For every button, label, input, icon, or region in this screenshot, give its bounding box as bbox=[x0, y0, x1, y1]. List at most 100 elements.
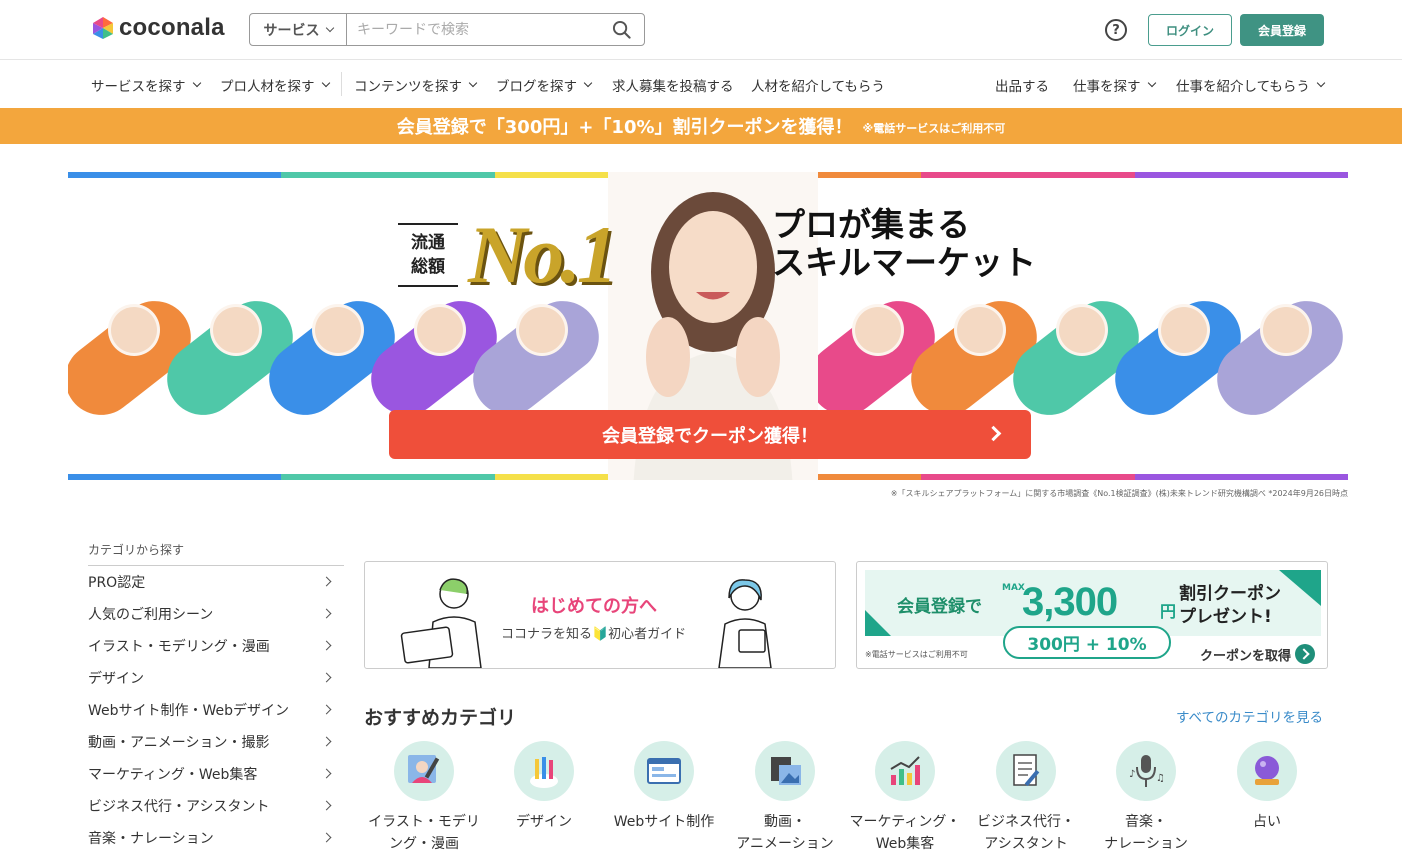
coupon-banner[interactable]: 会員登録で MAX 3,300 円 割引クーポン プレゼント! 300円 + 1… bbox=[856, 561, 1328, 669]
stripe-segment bbox=[921, 474, 1135, 480]
stripe-segment bbox=[68, 172, 282, 178]
sidebar-item-business[interactable]: ビジネス代行・アシスタント bbox=[88, 790, 344, 822]
category-card-business[interactable]: ビジネス代行・ アシスタント bbox=[966, 741, 1086, 855]
nav-get-work-introduced[interactable]: 仕事を紹介してもらう bbox=[1176, 75, 1326, 95]
sidebar-item-label: イラスト・モデリング・漫画 bbox=[88, 639, 270, 655]
search-input[interactable] bbox=[347, 14, 598, 45]
nav-post-job[interactable]: 求人募集を投稿する bbox=[612, 75, 734, 95]
category-label: マーケティング・ Web集客 bbox=[849, 814, 961, 852]
person-photo bbox=[1056, 304, 1108, 356]
sidebar-item-label: 音楽・ナレーション bbox=[88, 831, 214, 847]
sidebar-item-label: Webサイト制作・Webデザイン bbox=[88, 703, 290, 719]
logo-mark-icon bbox=[93, 17, 113, 39]
nav-divider bbox=[341, 72, 342, 96]
website-icon bbox=[634, 741, 694, 801]
nav-label: 仕事を探す bbox=[1073, 79, 1141, 95]
nav-find-blogs[interactable]: ブログを探す bbox=[496, 75, 593, 95]
business-icon bbox=[996, 741, 1056, 801]
see-all-categories-link[interactable]: すべてのカテゴリを見る bbox=[1176, 706, 1323, 726]
chevron-down-icon bbox=[321, 78, 330, 88]
coupon-max: MAX bbox=[1002, 584, 1025, 593]
hero-banner[interactable]: 流通 総額 No.1 プロが集まる スキルマーケット 会員登録でクーポン獲得！ bbox=[68, 172, 1348, 480]
chevron-down-icon bbox=[468, 78, 478, 88]
beginner-guide-title: はじめての方へ bbox=[531, 596, 657, 617]
sidebar-item-label: 人気のご利用シーン bbox=[88, 607, 214, 623]
woman-with-tablet-illustration bbox=[718, 579, 772, 668]
category-card-website[interactable]: Webサイト制作 bbox=[604, 741, 724, 833]
search-category-label: サービス bbox=[263, 22, 320, 39]
category-label: 音楽・ ナレーション bbox=[1104, 814, 1188, 852]
design-icon bbox=[514, 741, 574, 801]
person-photo bbox=[210, 304, 262, 356]
sidebar-item-illustration[interactable]: イラスト・モデリング・漫画 bbox=[88, 630, 344, 662]
sidebar-item-label: デザイン bbox=[88, 671, 144, 687]
global-nav: サービスを探す プロ人材を探す コンテンツを探す ブログを探す 求人募集を投稿す… bbox=[0, 61, 1402, 108]
category-card-design[interactable]: デザイン bbox=[484, 741, 604, 833]
sidebar-item-pro[interactable]: PRO認定 bbox=[88, 566, 344, 598]
coconala-logo[interactable]: coconala bbox=[91, 14, 225, 42]
sidebar-item-popular-scenes[interactable]: 人気のご利用シーン bbox=[88, 598, 344, 630]
nav-find-pros[interactable]: プロ人材を探す bbox=[220, 75, 330, 95]
category-card-music[interactable]: ♪ ♫ 音楽・ ナレーション bbox=[1086, 741, 1206, 855]
promo-banner[interactable]: 会員登録で「300円」+「10%」割引クーポンを獲得！ ※電話サービスはご利用不… bbox=[0, 108, 1402, 144]
nav-sell[interactable]: 出品する bbox=[995, 75, 1049, 95]
category-label: ビジネス代行・ アシスタント bbox=[977, 814, 1075, 852]
nav-find-services[interactable]: サービスを探す bbox=[91, 75, 201, 95]
search-button[interactable] bbox=[598, 14, 644, 45]
stripe-segment bbox=[1134, 474, 1348, 480]
promo-text: 会員登録で「300円」+「10%」割引クーポンを獲得！ bbox=[396, 117, 853, 138]
category-label: 占い bbox=[1253, 814, 1281, 830]
video-icon bbox=[755, 741, 815, 801]
sidebar-heading: カテゴリから探す bbox=[88, 541, 344, 566]
search-bar: サービス bbox=[249, 13, 645, 46]
music-icon: ♪ ♫ bbox=[1116, 741, 1176, 801]
sidebar-item-website[interactable]: Webサイト制作・Webデザイン bbox=[88, 694, 344, 726]
category-sidebar: カテゴリから探す PRO認定 人気のご利用シーン イラスト・モデリング・漫画 デ… bbox=[88, 541, 344, 854]
marketing-icon bbox=[875, 741, 935, 801]
nav-introduce-talent[interactable]: 人材を紹介してもらう bbox=[751, 75, 885, 95]
svg-text:♫: ♫ bbox=[1156, 773, 1165, 784]
chevron-right-icon bbox=[321, 800, 332, 811]
nav-find-contents[interactable]: コンテンツを探す bbox=[354, 75, 478, 95]
get-coupon-link[interactable]: クーポンを取得 bbox=[1200, 644, 1316, 664]
help-icon[interactable]: ? bbox=[1105, 19, 1127, 41]
person-photo bbox=[1260, 304, 1312, 356]
nav-find-work[interactable]: 仕事を探す bbox=[1073, 75, 1156, 95]
category-card-illustration[interactable]: イラスト・モデリ ング・漫画 bbox=[364, 741, 484, 855]
nav-label: 仕事を紹介してもらう bbox=[1176, 79, 1310, 95]
beginner-guide-banner[interactable]: はじめての方へ ココナラを知る🔰初心者ガイド bbox=[364, 561, 836, 669]
svg-text:♪: ♪ bbox=[1129, 769, 1135, 780]
illustration-icon bbox=[394, 741, 454, 801]
coupon-headline-line: 割引クーポン bbox=[1179, 584, 1281, 604]
chevron-right-icon bbox=[321, 768, 332, 779]
coupon-breakdown-pill: 300円 + 10% bbox=[1003, 626, 1171, 659]
chevron-down-icon bbox=[1147, 78, 1156, 88]
chevron-right-icon bbox=[321, 608, 332, 619]
login-button[interactable]: ログイン bbox=[1148, 14, 1232, 46]
category-card-marketing[interactable]: マーケティング・ Web集客 bbox=[845, 741, 965, 855]
person-photo bbox=[108, 304, 160, 356]
category-label: デザイン bbox=[516, 814, 572, 830]
chevron-right-icon bbox=[321, 832, 332, 843]
hero-cta-button[interactable]: 会員登録でクーポン獲得！ bbox=[389, 410, 1031, 459]
stripe-segment bbox=[281, 172, 495, 178]
coupon-note: ※電話サービスはご利用不可 bbox=[865, 650, 968, 659]
sidebar-item-video[interactable]: 動画・アニメーション・撮影 bbox=[88, 726, 344, 758]
category-card-fortune[interactable]: 占い bbox=[1207, 741, 1327, 833]
chevron-down-icon bbox=[192, 78, 201, 88]
chevron-right-icon bbox=[321, 736, 332, 747]
chevron-down-icon bbox=[583, 78, 593, 88]
nav-label: コンテンツを探す bbox=[354, 79, 462, 95]
signup-button[interactable]: 会員登録 bbox=[1240, 14, 1324, 46]
chevron-right-icon bbox=[985, 425, 1002, 442]
sidebar-item-design[interactable]: デザイン bbox=[88, 662, 344, 694]
sidebar-item-marketing[interactable]: マーケティング・Web集客 bbox=[88, 758, 344, 790]
chevron-down-icon bbox=[1316, 78, 1326, 88]
chevron-down-icon bbox=[325, 23, 334, 32]
sidebar-item-music[interactable]: 音楽・ナレーション bbox=[88, 822, 344, 854]
category-card-video[interactable]: 動画・ アニメーション bbox=[725, 741, 845, 855]
get-coupon-label: クーポンを取得 bbox=[1200, 648, 1292, 664]
search-category-select[interactable]: サービス bbox=[250, 14, 347, 45]
nav-label: ブログを探す bbox=[496, 79, 577, 95]
category-label: Webサイト制作 bbox=[613, 814, 715, 830]
